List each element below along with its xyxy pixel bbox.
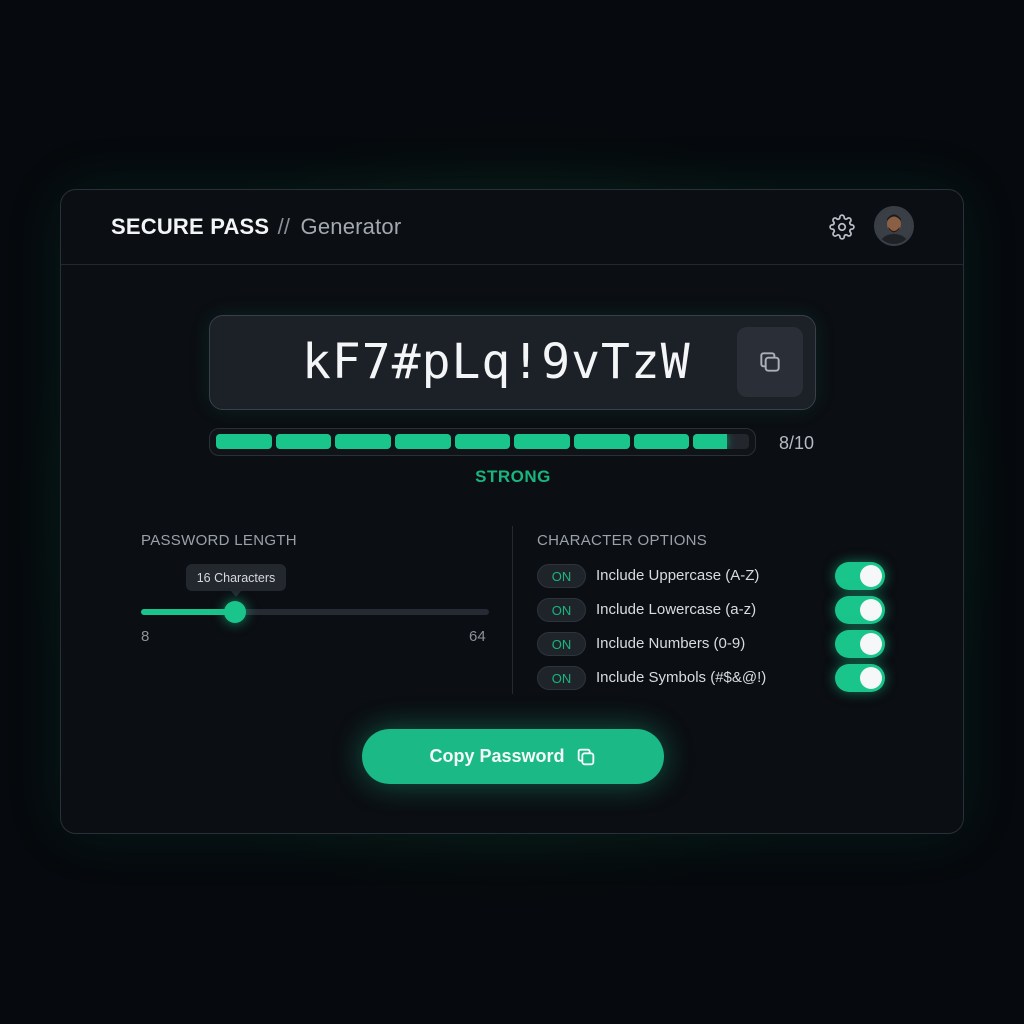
segment-fill bbox=[216, 434, 272, 449]
strength-label: STRONG bbox=[475, 467, 551, 486]
generated-password: kF7#pLq!9vTzW bbox=[302, 334, 691, 390]
option-symbols: ON Include Symbols (#$&@!) bbox=[537, 664, 887, 692]
segment-fill bbox=[514, 434, 571, 449]
option-label: Include Numbers (0-9) bbox=[596, 635, 746, 652]
slider-min-label: 8 bbox=[141, 628, 150, 645]
strength-score: 8/10 bbox=[779, 433, 815, 453]
segment-fill bbox=[574, 434, 630, 449]
option-lowercase: ON Include Lowercase (a-z) bbox=[537, 596, 887, 624]
slider-handle[interactable] bbox=[223, 601, 246, 623]
copy-password-icon-button[interactable] bbox=[737, 327, 803, 397]
toggle-knob bbox=[860, 667, 882, 689]
strength-meter bbox=[209, 428, 756, 456]
on-badge: ON bbox=[537, 564, 586, 588]
gear-icon[interactable] bbox=[829, 214, 855, 240]
option-uppercase: ON Include Uppercase (A-Z) bbox=[537, 562, 887, 590]
strength-segment bbox=[514, 434, 571, 449]
segment-fill bbox=[693, 434, 727, 449]
on-badge: ON bbox=[537, 632, 586, 656]
strength-segment bbox=[574, 434, 630, 449]
strength-segment bbox=[454, 434, 511, 449]
strength-segment bbox=[395, 434, 451, 449]
generator-card: SECURE PASS // Generator kF7#pLq!9vTzW 8… bbox=[60, 189, 964, 834]
header-bar: SECURE PASS // Generator bbox=[61, 190, 963, 265]
option-label: Include Uppercase (A-Z) bbox=[596, 567, 760, 584]
character-options-label: CHARACTER OPTIONS bbox=[537, 532, 708, 549]
slider-fill bbox=[141, 609, 235, 615]
on-badge: ON bbox=[537, 666, 586, 690]
toggle-knob bbox=[860, 565, 882, 587]
copy-icon bbox=[760, 352, 780, 372]
copy-password-label: Copy Password bbox=[429, 746, 565, 766]
symbols-toggle[interactable] bbox=[835, 664, 885, 692]
strength-segment bbox=[693, 434, 750, 449]
strength-segment bbox=[275, 434, 332, 449]
copy-password-button[interactable]: Copy Password bbox=[362, 729, 664, 784]
strength-segment bbox=[633, 434, 690, 449]
lowercase-toggle[interactable] bbox=[835, 596, 885, 624]
segment-fill bbox=[395, 434, 451, 449]
option-label: Include Lowercase (a-z) bbox=[596, 601, 757, 618]
copy-icon bbox=[577, 748, 594, 765]
numbers-toggle[interactable] bbox=[835, 630, 885, 658]
length-tooltip: 16 Characters bbox=[186, 564, 286, 597]
toggle-knob bbox=[860, 599, 882, 621]
brand-name: SECURE PASS bbox=[111, 214, 270, 239]
password-display: kF7#pLq!9vTzW bbox=[209, 315, 816, 410]
segment-fill bbox=[454, 434, 511, 449]
strength-segment bbox=[216, 434, 272, 449]
toggle-knob bbox=[860, 633, 882, 655]
segment-fill bbox=[633, 434, 690, 449]
slider-max-label: 64 bbox=[469, 628, 486, 645]
option-label: Include Symbols (#$&@!) bbox=[596, 669, 767, 686]
segment-fill bbox=[275, 434, 332, 449]
uppercase-toggle[interactable] bbox=[835, 562, 885, 590]
app-subtitle: Generator bbox=[300, 214, 402, 239]
avatar[interactable] bbox=[874, 206, 914, 246]
strength-segment bbox=[335, 434, 392, 449]
app-title: SECURE PASS // Generator bbox=[111, 214, 401, 240]
title-separator: // bbox=[277, 214, 291, 239]
option-numbers: ON Include Numbers (0-9) bbox=[537, 630, 887, 658]
length-slider[interactable] bbox=[141, 601, 489, 623]
section-divider bbox=[512, 526, 513, 694]
password-length-label: PASSWORD LENGTH bbox=[141, 532, 297, 549]
segment-fill bbox=[335, 434, 392, 449]
on-badge: ON bbox=[537, 598, 586, 622]
